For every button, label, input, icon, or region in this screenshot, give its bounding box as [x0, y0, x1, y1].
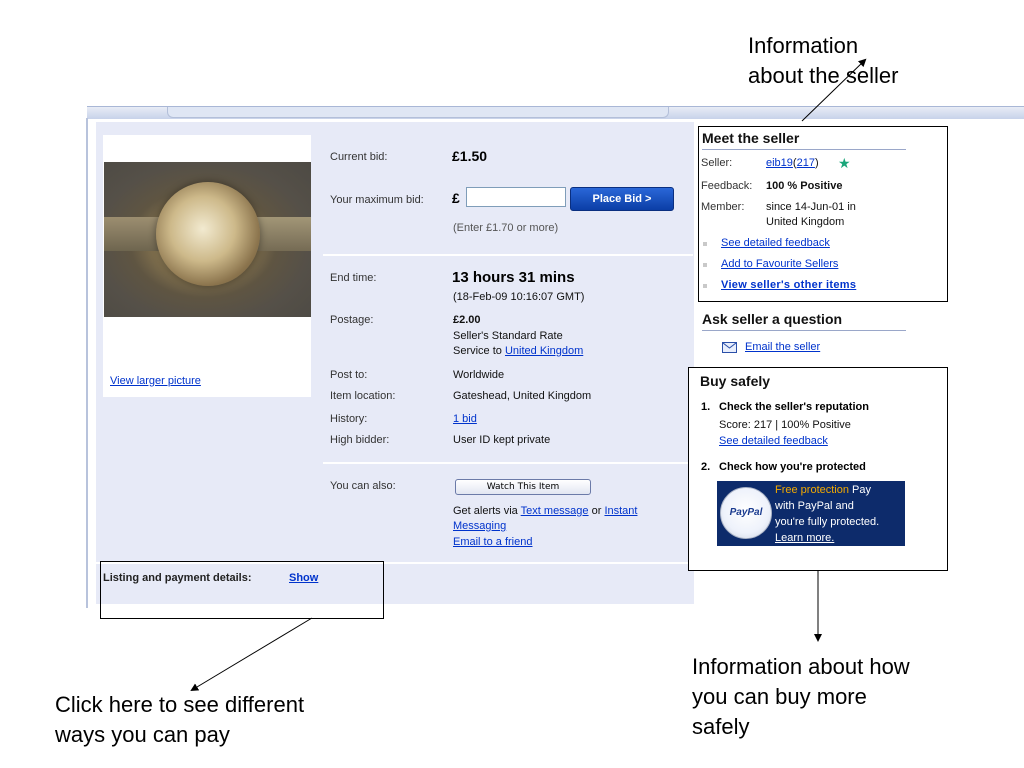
arrow-seller-info: [801, 58, 867, 122]
arrow-payment: [190, 617, 313, 692]
annotation-arrows: [190, 58, 867, 692]
